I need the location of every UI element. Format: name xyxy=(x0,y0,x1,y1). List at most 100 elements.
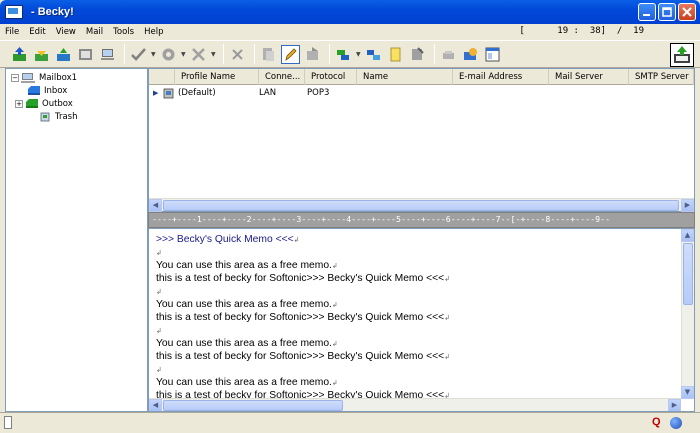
note-button[interactable] xyxy=(386,45,405,64)
folder-button[interactable] xyxy=(334,45,353,64)
return-mark-icon: ↲ xyxy=(331,380,338,387)
maximize-icon xyxy=(662,7,672,17)
connect-button[interactable] xyxy=(364,45,383,64)
memo-line: ↲ xyxy=(156,324,676,337)
menu-mail[interactable]: Mail xyxy=(81,27,108,37)
menu-file[interactable]: File xyxy=(0,27,24,37)
scroll-thumb[interactable] xyxy=(163,400,343,411)
menu-help[interactable]: Help xyxy=(139,27,168,37)
receive-mail-button[interactable] xyxy=(10,45,29,64)
column-header-mail-server[interactable]: Mail Server xyxy=(549,69,629,85)
memo-line: this is a test of becky for Softonic>>> … xyxy=(156,351,450,362)
table-row[interactable]: ▶ (Default) LAN POP3 xyxy=(149,87,694,100)
column-header-blank[interactable] xyxy=(149,69,175,85)
toolbar-separator xyxy=(254,44,255,64)
toolbar-separator xyxy=(223,44,224,64)
q-icon[interactable]: Q xyxy=(652,416,666,430)
tree-item-mailbox1[interactable]: − Mailbox1 xyxy=(11,71,79,84)
folder-dropdown[interactable]: ▼ xyxy=(356,51,361,58)
delete-button[interactable] xyxy=(228,45,247,64)
forward-button[interactable] xyxy=(303,45,322,64)
move-icon xyxy=(263,47,274,61)
tree-item-label: Outbox xyxy=(42,98,73,109)
status-panel xyxy=(4,416,12,429)
check-dropdown[interactable]: ▼ xyxy=(151,51,156,58)
minimize-button[interactable] xyxy=(638,3,656,21)
app-icon[interactable] xyxy=(5,5,23,19)
address-book-icon xyxy=(79,48,92,60)
menu-view[interactable]: View xyxy=(51,27,81,37)
close-button[interactable] xyxy=(678,3,696,21)
scroll-left-arrow-icon[interactable]: ◀ xyxy=(149,399,162,411)
computer-button[interactable] xyxy=(98,45,117,64)
mailbox-button[interactable] xyxy=(461,45,480,64)
scroll-down-arrow-icon[interactable]: ▼ xyxy=(681,386,694,399)
memo-line: You can use this area as a free memo.↲ xyxy=(156,338,338,349)
maximize-button[interactable] xyxy=(658,3,676,21)
message-counter: [ 19 : 38] / 19 xyxy=(519,26,644,36)
scroll-thumb[interactable] xyxy=(683,243,693,305)
menu-bar: File Edit View Mail Tools Help [ 19 : 38… xyxy=(0,24,700,40)
column-header-smtp-server[interactable]: SMTP Server xyxy=(629,69,694,85)
row-pointer-icon: ▶ xyxy=(153,89,159,97)
edit-icon xyxy=(285,47,297,61)
window-button[interactable] xyxy=(483,45,502,64)
menu-tools[interactable]: Tools xyxy=(108,27,139,37)
edit-button[interactable] xyxy=(281,44,300,64)
send-button[interactable] xyxy=(54,45,73,64)
tree-item-label: Trash xyxy=(55,111,78,122)
return-mark-icon: ↲ xyxy=(156,250,162,257)
memo-vertical-scrollbar[interactable]: ▲ ▼ xyxy=(681,229,694,399)
column-header-name[interactable]: Name xyxy=(357,69,453,85)
filter-dropdown[interactable]: ▼ xyxy=(181,51,186,58)
tree-item-inbox[interactable]: Inbox xyxy=(27,84,67,97)
tree-item-label: Inbox xyxy=(44,85,68,96)
memo-text[interactable]: >>> Becky's Quick Memo <<<↲ ↲ You can us… xyxy=(156,233,676,402)
address-book-button[interactable] xyxy=(76,45,95,64)
check-button[interactable] xyxy=(129,45,148,64)
ruler-scale: ----+----1----+----2----+----3----+----4… xyxy=(152,214,611,224)
receive-all-button[interactable] xyxy=(32,45,51,64)
return-mark-icon: ↲ xyxy=(331,302,338,309)
column-header-email-address[interactable]: E-mail Address xyxy=(453,69,549,85)
globe-icon[interactable] xyxy=(670,417,682,429)
return-mark-icon: ↲ xyxy=(293,237,300,244)
minimize-icon xyxy=(643,14,650,16)
cell-profile-name: (Default) xyxy=(178,88,216,98)
folder-icon xyxy=(337,49,349,60)
check-spelling-icon xyxy=(131,47,146,61)
outbox-icon xyxy=(26,99,38,108)
column-header-connection[interactable]: Conne... xyxy=(259,69,305,85)
compose-icon xyxy=(412,46,424,60)
expand-icon[interactable]: + xyxy=(15,99,23,108)
collapse-icon[interactable]: − xyxy=(11,73,19,82)
tools-button[interactable] xyxy=(189,45,208,64)
column-header-protocol[interactable]: Protocol xyxy=(305,69,357,85)
quick-memo-editor[interactable]: >>> Becky's Quick Memo <<<↲ ↲ You can us… xyxy=(148,228,695,412)
quick-memo-button[interactable] xyxy=(670,43,694,67)
tree-item-outbox[interactable]: + Outbox xyxy=(15,97,73,110)
scroll-right-arrow-icon[interactable]: ▶ xyxy=(681,199,694,212)
memo-line: You can use this area as a free memo.↲ xyxy=(156,260,338,271)
list-horizontal-scrollbar[interactable]: ◀ ▶ xyxy=(149,198,694,212)
move-button[interactable] xyxy=(259,45,278,64)
tree-item-trash[interactable]: Trash xyxy=(38,110,77,123)
tools-dropdown[interactable]: ▼ xyxy=(211,51,216,58)
trash-button[interactable] xyxy=(439,45,458,64)
memo-icon xyxy=(674,46,690,63)
compose-button[interactable] xyxy=(408,45,427,64)
menu-edit[interactable]: Edit xyxy=(24,27,50,37)
filter-button[interactable] xyxy=(159,45,178,64)
scroll-thumb[interactable] xyxy=(163,200,679,211)
cell-protocol: POP3 xyxy=(307,88,330,98)
memo-ruler: ----+----1----+----2----+----3----+----4… xyxy=(148,212,695,228)
title-bar: - Becky! xyxy=(0,0,700,24)
return-mark-icon: ↲ xyxy=(156,367,162,374)
scroll-left-arrow-icon[interactable]: ◀ xyxy=(149,199,162,212)
memo-horizontal-scrollbar[interactable]: ◀ ▶ xyxy=(149,398,681,411)
scroll-right-arrow-icon[interactable]: ▶ xyxy=(668,399,681,411)
memo-line: this is a test of becky for Softonic>>> … xyxy=(156,312,450,323)
scroll-up-arrow-icon[interactable]: ▲ xyxy=(681,229,694,242)
toolbar-separator xyxy=(434,44,435,64)
column-header-profile-name[interactable]: Profile Name xyxy=(175,69,259,85)
